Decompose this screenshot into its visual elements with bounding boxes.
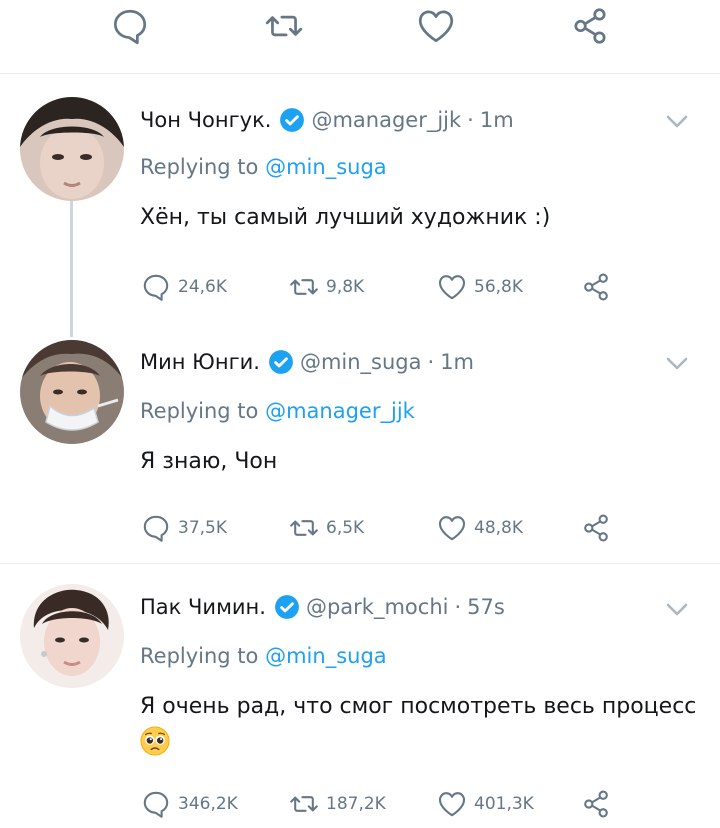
separator-dot: · — [467, 108, 474, 132]
share-icon — [584, 273, 608, 301]
tweet-text: Я очень рад, что смог посмотреть весь пр… — [140, 690, 700, 758]
reply-button[interactable]: 37,5K — [140, 508, 227, 548]
replying-to-mention[interactable]: @min_suga — [265, 644, 387, 668]
avatar-image — [20, 584, 124, 688]
reply-icon — [143, 515, 169, 542]
retweet-count: 9,8K — [326, 277, 365, 297]
tweet-actions: 24,6K 9,8K 56,8K — [140, 267, 700, 307]
user-handle[interactable]: @min_suga — [300, 350, 422, 374]
tweet-reply-1[interactable]: Чон Чонгук. @manager_jjk · 1m Replying t… — [0, 75, 720, 337]
retweet-icon — [290, 279, 318, 295]
pleading-face-emoji-icon — [140, 726, 170, 756]
chevron-down-icon[interactable] — [662, 348, 692, 378]
like-count: 48,8K — [474, 518, 523, 538]
retweet-count: 187,2K — [326, 794, 386, 814]
replying-to-mention[interactable]: @manager_jjk — [265, 399, 415, 423]
tweet-reply-3[interactable]: Пак Чимин. @park_mochi · 57s Replying to… — [0, 564, 720, 828]
share-icon — [574, 8, 606, 44]
display-name[interactable]: Мин Юнги. — [140, 350, 260, 374]
avatar[interactable] — [20, 584, 124, 688]
separator-dot: · — [427, 350, 435, 374]
tweet-header: Чон Чонгук. @manager_jjk · 1m — [140, 107, 514, 133]
reply-count: 24,6K — [178, 277, 227, 297]
replying-to-label: Replying to — [140, 155, 259, 179]
avatar[interactable] — [20, 97, 124, 201]
reply-button[interactable] — [108, 4, 152, 48]
avatar-image — [20, 340, 124, 444]
verified-badge-icon — [280, 108, 305, 132]
retweet-icon — [290, 520, 318, 536]
reply-icon — [113, 9, 147, 45]
replying-to: Replying to @manager_jjk — [140, 399, 415, 423]
replying-to-label: Replying to — [140, 644, 259, 668]
user-handle[interactable]: @park_mochi — [306, 595, 449, 619]
avatar[interactable] — [20, 340, 124, 444]
reply-count: 346,2K — [178, 794, 238, 814]
like-icon — [438, 516, 466, 541]
tweet-reply-2[interactable]: Мин Юнги. @min_suga · 1m Replying to @ma… — [0, 337, 720, 563]
user-handle[interactable]: @manager_jjk — [311, 108, 461, 132]
retweet-button[interactable] — [262, 4, 306, 48]
replying-to-label: Replying to — [140, 399, 259, 423]
tweet-header: Мин Юнги. @min_suga · 1m — [140, 349, 474, 375]
reply-icon — [143, 791, 169, 818]
avatar-image — [20, 97, 124, 201]
tweet-actions: 346,2K 187,2K 401,3K — [140, 784, 700, 824]
like-button[interactable]: 48,8K — [436, 508, 523, 548]
tweet-header: Пак Чимин. @park_mochi · 57s — [140, 594, 505, 620]
display-name[interactable]: Пак Чимин. — [140, 595, 266, 619]
replying-to-mention[interactable]: @min_suga — [265, 155, 387, 179]
thread-line — [70, 201, 73, 337]
retweet-button[interactable]: 9,8K — [288, 267, 364, 307]
chevron-down-icon[interactable] — [662, 106, 692, 136]
verified-badge-icon — [275, 595, 299, 619]
share-button[interactable] — [580, 267, 612, 307]
retweet-icon — [265, 15, 303, 37]
tweet-text: Я знаю, Чон — [140, 445, 700, 479]
share-icon — [584, 790, 608, 818]
chevron-down-icon[interactable] — [662, 594, 692, 624]
like-button[interactable] — [414, 4, 458, 48]
reply-count: 37,5K — [178, 518, 227, 538]
like-button[interactable]: 56,8K — [436, 267, 523, 307]
timestamp[interactable]: 57s — [467, 595, 505, 619]
share-icon — [584, 514, 608, 542]
display-name[interactable]: Чон Чонгук. — [140, 108, 271, 132]
share-button[interactable] — [580, 508, 612, 548]
tweet-text: Хён, ты самый лучший художник :) — [140, 201, 700, 235]
like-button[interactable]: 401,3K — [436, 784, 534, 824]
tweet-text-content: Я очень рад, что смог посмотреть весь пр… — [140, 694, 697, 719]
like-icon — [438, 275, 466, 300]
retweet-icon — [290, 796, 318, 812]
tweet-actions: 37,5K 6,5K 48,8K — [140, 508, 700, 548]
retweet-count: 6,5K — [326, 518, 365, 538]
reply-button[interactable]: 346,2K — [140, 784, 238, 824]
reply-icon — [143, 274, 169, 301]
share-button[interactable] — [568, 4, 612, 48]
separator-dot: · — [454, 595, 462, 619]
like-count: 401,3K — [474, 794, 534, 814]
tweet-text-content: Я знаю, Чон — [140, 449, 278, 474]
tweet-text-content: Хён, ты самый лучший художник :) — [140, 205, 551, 230]
retweet-button[interactable]: 6,5K — [288, 508, 364, 548]
reply-button[interactable]: 24,6K — [140, 267, 227, 307]
verified-badge-icon — [269, 350, 293, 374]
replying-to: Replying to @min_suga — [140, 644, 387, 668]
like-icon — [418, 10, 454, 43]
timestamp[interactable]: 1m — [480, 108, 514, 132]
like-count: 56,8K — [474, 277, 523, 297]
parent-tweet-actions — [0, 0, 720, 74]
share-button[interactable] — [580, 784, 612, 824]
timestamp[interactable]: 1m — [440, 350, 474, 374]
replying-to: Replying to @min_suga — [140, 155, 387, 179]
like-icon — [438, 792, 466, 817]
retweet-button[interactable]: 187,2K — [288, 784, 386, 824]
